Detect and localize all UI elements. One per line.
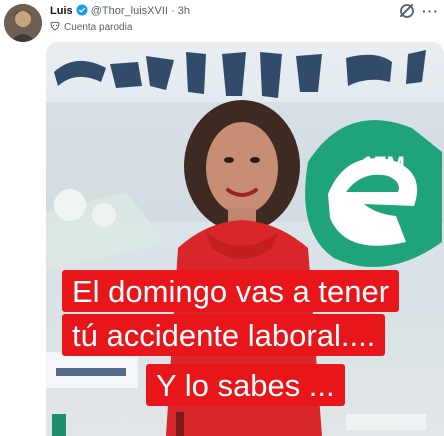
post-header: Luis @Thor_luisXVII · 3h bbox=[50, 4, 190, 20]
more-options-icon[interactable]: ··· bbox=[422, 3, 439, 19]
post-time[interactable]: 3h bbox=[178, 5, 190, 17]
caption-line-2: tú accidente laboral.... bbox=[62, 314, 386, 356]
separator-dot: · bbox=[171, 5, 175, 17]
parody-label: Cuenta parodia bbox=[50, 21, 132, 34]
author-name[interactable]: Luis bbox=[50, 5, 73, 17]
grok-icon[interactable] bbox=[398, 2, 418, 20]
post-media-image[interactable]: El domingo vas a tener tú accidente labo… bbox=[46, 42, 444, 436]
caption-line-1: El domingo vas a tener bbox=[62, 270, 400, 312]
caption-line-3: Y lo sabes ... bbox=[146, 364, 345, 406]
parody-label-text: Cuenta parodia bbox=[64, 22, 133, 33]
author-handle[interactable]: @Thor_luisXVII bbox=[91, 5, 168, 17]
verified-badge-icon bbox=[76, 4, 88, 20]
avatar[interactable] bbox=[4, 4, 42, 42]
parody-mask-icon bbox=[50, 21, 60, 34]
background-logo-text: 17M bbox=[362, 152, 405, 177]
